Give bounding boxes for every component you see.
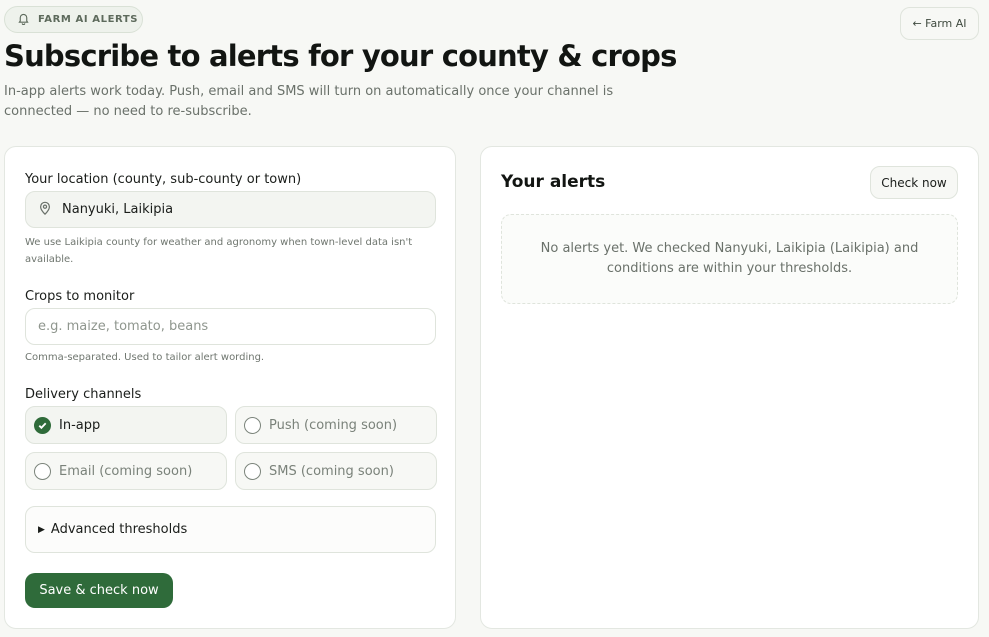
bell-icon bbox=[17, 10, 30, 29]
channel-label: SMS (coming soon) bbox=[269, 463, 394, 479]
alerts-card: Your alerts Check now No alerts yet. We … bbox=[480, 146, 979, 629]
map-pin-icon bbox=[38, 201, 62, 219]
page-title: Subscribe to alerts for your county & cr… bbox=[4, 39, 677, 73]
empty-alerts-message: No alerts yet. We checked Nanyuki, Laiki… bbox=[501, 214, 958, 304]
channel-label: Email (coming soon) bbox=[59, 463, 193, 479]
location-help-text: We use Laikipia county for weather and a… bbox=[25, 237, 413, 265]
triangle-right-icon: ▶ bbox=[38, 524, 45, 535]
save-and-check-button[interactable]: Save & check now bbox=[25, 573, 173, 608]
check-icon bbox=[34, 416, 51, 434]
advanced-thresholds-label: Advanced thresholds bbox=[50, 522, 188, 537]
radio-icon bbox=[244, 462, 261, 480]
back-to-farm-ai-link[interactable]: ← Farm AI bbox=[900, 7, 979, 40]
alerts-title: Your alerts bbox=[501, 172, 606, 192]
location-input[interactable]: Nanyuki, Laikipia bbox=[25, 191, 436, 228]
delivery-channels-label: Delivery channels bbox=[25, 387, 142, 402]
channel-label: In-app bbox=[59, 417, 101, 433]
location-label: Your location (county, sub-county or tow… bbox=[25, 172, 302, 187]
check-now-button[interactable]: Check now bbox=[870, 166, 958, 199]
subscription-form-card: Your location (county, sub-county or tow… bbox=[4, 146, 456, 629]
crops-help-text: Comma-separated. Used to tailor alert wo… bbox=[25, 352, 265, 363]
channel-sms[interactable]: SMS (coming soon) bbox=[235, 452, 437, 490]
channel-push[interactable]: Push (coming soon) bbox=[235, 406, 437, 444]
location-value: Nanyuki, Laikipia bbox=[62, 202, 174, 217]
radio-icon bbox=[244, 416, 261, 434]
advanced-thresholds-toggle[interactable]: ▶ Advanced thresholds bbox=[25, 506, 436, 553]
channel-in-app[interactable]: In-app bbox=[25, 406, 227, 444]
radio-icon bbox=[34, 462, 51, 480]
farm-ai-alerts-badge: FARM AI ALERTS bbox=[4, 6, 143, 33]
channel-label: Push (coming soon) bbox=[269, 417, 398, 433]
badge-label: FARM AI ALERTS bbox=[38, 14, 139, 25]
crops-placeholder: e.g. maize, tomato, beans bbox=[38, 319, 209, 334]
page-subtitle: In-app alerts work today. Push, email an… bbox=[4, 84, 614, 119]
channel-email[interactable]: Email (coming soon) bbox=[25, 452, 227, 490]
crops-label: Crops to monitor bbox=[25, 289, 135, 304]
empty-alerts-text: No alerts yet. We checked Nanyuki, Laiki… bbox=[540, 241, 919, 276]
crops-input[interactable]: e.g. maize, tomato, beans bbox=[25, 308, 436, 345]
